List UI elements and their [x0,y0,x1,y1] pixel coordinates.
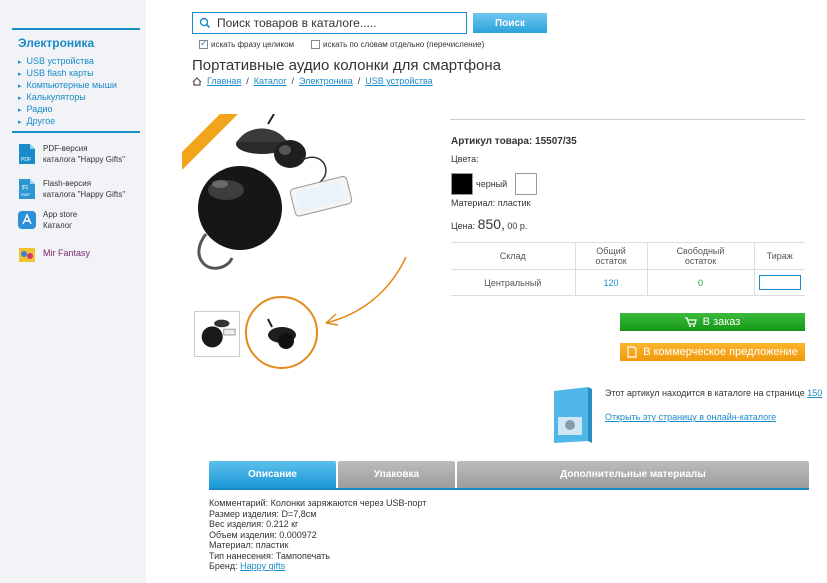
sidebar-item[interactable]: Радио [18,103,117,115]
sidebar: Электроника USB устройства USB flash кар… [0,0,146,583]
checkbox-checked[interactable] [199,38,208,49]
column-header: Тираж [753,242,805,270]
tab-description[interactable]: Описание [209,461,336,488]
tab-additional-materials[interactable]: Дополнительные материалы [457,461,809,488]
tab-packaging[interactable]: Упаковка [338,461,455,488]
description-line: Размер изделия: D=7,8см [209,508,317,519]
sidebar-item[interactable]: USB устройства [18,55,117,67]
sidebar-divider [12,131,140,133]
sidebar-divider [12,28,140,30]
breadcrumb-link[interactable]: Главная [207,76,241,86]
add-to-offer-button[interactable]: В коммерческое предложение [620,343,805,361]
mir-fantasy-link[interactable]: Mir Fantasy [18,245,90,267]
sidebar-item[interactable]: Компьютерные мыши [18,79,117,91]
cart-icon [684,317,697,327]
breadcrumb-link[interactable]: Каталог [254,76,287,86]
arrow-decoration [325,256,407,326]
divider [450,119,805,120]
quantity-input[interactable] [758,275,801,290]
total-stock-cell: 120 [574,269,647,296]
catalog-page-link[interactable]: 150 [807,388,822,398]
sidebar-item[interactable]: Другое [18,115,117,127]
svg-text:Fl: Fl [22,185,28,192]
svg-text:PDF: PDF [21,157,31,163]
search-whole-phrase-option[interactable]: искать фразу целиком [199,38,294,49]
catalog-book-image [554,387,592,443]
sidebar-category-title[interactable]: Электроника [18,36,94,50]
column-header: Склад [451,242,575,270]
search-input[interactable] [217,15,462,31]
search-icon [199,17,211,29]
color-swatch-white[interactable] [515,173,537,195]
description-line: Комментарий: Колонки заряжаются через US… [209,498,427,508]
page-title: Портативные аудио колонки для смартфона [192,57,502,74]
sidebar-item[interactable]: Калькуляторы [18,91,117,103]
free-stock-cell: 0 [646,269,754,296]
description-line: Тип нанесения: Тампопечать [209,550,330,561]
thumbnail-highlight [245,296,318,369]
price: Цена: 850, 00 р. [451,216,528,232]
column-header: Общий остаток [574,242,647,270]
breadcrumb-link[interactable]: Электроника [299,76,353,86]
add-to-order-button[interactable]: В заказ [620,313,805,331]
appstore-link[interactable]: App store Каталог [18,209,77,231]
svg-text:SWF: SWF [21,192,30,197]
home-icon[interactable] [192,76,202,86]
table-row: Центральный 120 0 [451,269,805,296]
search-button[interactable]: Поиск [473,13,547,33]
checkbox-unchecked[interactable] [311,40,320,49]
sidebar-list: USB устройства USB flash карты Компьютер… [18,55,117,127]
page: Электроника USB устройства USB flash кар… [0,0,827,583]
mir-fantasy-icon [19,248,35,262]
material: Материал: пластик [451,198,531,208]
thumbnail-1[interactable] [194,311,240,357]
breadcrumb-link[interactable]: USB устройства [365,76,432,86]
warehouse-cell: Центральный [451,269,575,296]
color-swatch-black[interactable] [451,173,473,195]
tab-underline [209,488,809,490]
pdf-icon: PDF [19,144,35,164]
open-online-catalog-link[interactable]: Открыть эту страницу в онлайн-каталоге [605,412,776,422]
pdf-catalog-link[interactable]: PDF PDF-версия каталога "Happy Gifts" [18,143,125,165]
table-header-row: Склад Общий остаток Свободный остаток Ти… [451,242,805,270]
sidebar-item[interactable]: USB flash карты [18,67,117,79]
brand-link[interactable]: Happy gifts [240,561,285,571]
quantity-cell [753,269,805,296]
description-line: Вес изделия: 0.212 кг [209,519,299,529]
breadcrumb: Главная / Каталог / Электроника / USB ус… [192,76,433,86]
column-header: Свободный остаток [646,242,754,270]
new-badge: NEW [182,114,238,170]
product-description: Комментарий: Колонки заряжаются через US… [209,498,426,572]
appstore-icon [18,211,36,229]
search-separate-words-option[interactable]: искать по словам отдельно (перечисление) [311,40,484,49]
search-box[interactable] [192,12,467,34]
description-line: Материал: пластик [209,540,289,550]
document-icon [627,346,637,358]
stock-table: Склад Общий остаток Свободный остаток Ти… [451,242,805,296]
colors-label: Цвета: [451,154,479,164]
flash-catalog-link[interactable]: Fl SWF Flash-версия каталога "Happy Gifts… [18,178,125,200]
color-name: черный [476,179,508,189]
brand-line: Бренд: Happy gifts [209,561,286,571]
flash-icon: Fl SWF [19,179,35,199]
catalog-page-info: Этот артикул находится в каталоге на стр… [605,388,823,398]
article-number: Артикул товара: 15507/35 [451,136,577,147]
description-line: Объем изделия: 0.000972 [209,529,317,540]
